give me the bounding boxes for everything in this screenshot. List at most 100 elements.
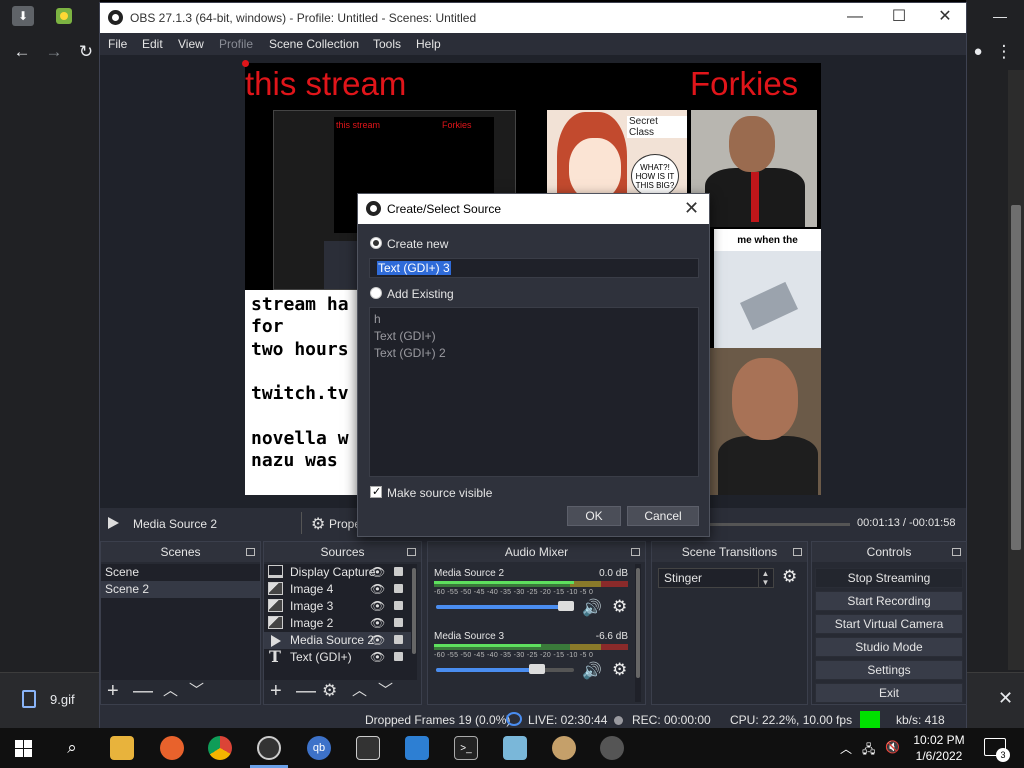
add-icon[interactable]: + — [270, 680, 282, 702]
undock-icon[interactable] — [631, 548, 640, 556]
list-item[interactable]: h — [374, 312, 381, 326]
download-file-name[interactable]: 9.gif — [50, 692, 75, 707]
page-scrollbar-thumb[interactable] — [1011, 205, 1021, 550]
gear-icon[interactable]: ⚙ — [322, 680, 337, 702]
more-menu-icon[interactable]: ⋮ — [992, 40, 1016, 64]
menu-edit[interactable]: Edit — [142, 37, 163, 51]
cancel-button[interactable]: Cancel — [627, 506, 699, 526]
chevron-updown-icon[interactable]: ▲ ▼ — [758, 569, 772, 587]
start-virtual-camera-button[interactable]: Start Virtual Camera — [815, 614, 963, 634]
clock[interactable]: 10:02 PM 1/6/2022 — [906, 732, 972, 764]
menu-tools[interactable]: Tools — [373, 37, 401, 51]
list-item[interactable]: Text (GDI+) — [374, 329, 436, 343]
gear-icon[interactable]: ⚙ — [782, 567, 797, 587]
source-item[interactable]: Media Source 2 👁 — [264, 632, 413, 649]
qbittorrent-icon[interactable]: qb — [307, 736, 331, 760]
undock-icon[interactable] — [793, 548, 802, 556]
add-icon[interactable]: + — [107, 680, 119, 702]
scene-item[interactable]: Scene — [101, 564, 260, 581]
source-item[interactable]: Image 4 👁 — [264, 581, 413, 598]
reload-icon[interactable]: ↻ — [74, 40, 98, 64]
minimize-button[interactable]: — — [840, 7, 870, 27]
chrome-icon[interactable] — [208, 736, 232, 760]
remove-icon[interactable]: — — [296, 680, 316, 702]
paint-icon[interactable] — [552, 736, 576, 760]
ok-button[interactable]: OK — [567, 506, 621, 526]
scene-item[interactable]: Scene 2 — [101, 581, 260, 598]
settings-app-icon[interactable] — [600, 736, 624, 760]
lock-icon[interactable] — [394, 584, 403, 593]
source-item[interactable]: Display Capture 👁 — [264, 564, 413, 581]
list-item[interactable]: Text (GDI+) 2 — [374, 346, 446, 360]
menu-view[interactable]: View — [178, 37, 204, 51]
notes-icon[interactable] — [503, 736, 527, 760]
forward-icon[interactable]: → — [42, 40, 66, 64]
eye-icon[interactable]: 👁 — [370, 564, 385, 581]
volume-knob[interactable] — [558, 601, 574, 611]
back-icon[interactable]: ← — [10, 40, 34, 64]
exit-button[interactable]: Exit — [815, 683, 963, 703]
move-up-icon[interactable]: ︿ — [352, 680, 367, 702]
eye-icon[interactable]: 👁 — [370, 598, 385, 615]
menu-scene-collection[interactable]: Scene Collection — [269, 37, 359, 51]
move-up-icon[interactable]: ︿ — [163, 680, 178, 702]
close-downloads-icon[interactable]: ✕ — [998, 688, 1013, 709]
maximize-button[interactable]: ☐ — [884, 7, 914, 27]
undock-icon[interactable] — [246, 548, 255, 556]
undock-icon[interactable] — [407, 548, 416, 556]
eye-icon[interactable]: 👁 — [370, 581, 385, 598]
start-recording-button[interactable]: Start Recording — [815, 591, 963, 611]
lock-icon[interactable] — [394, 567, 403, 576]
undock-icon[interactable] — [952, 548, 961, 556]
obs-taskbar-icon[interactable] — [257, 736, 281, 760]
eye-icon[interactable]: 👁 — [370, 632, 385, 649]
make-visible-checkbox[interactable] — [370, 485, 382, 498]
menu-file[interactable]: File — [108, 37, 127, 51]
transition-select[interactable]: Stinger — [658, 568, 774, 588]
speaker-icon[interactable]: 🔊 — [582, 661, 602, 681]
firefox-icon[interactable] — [160, 736, 184, 760]
seek-slider[interactable] — [708, 523, 850, 526]
profile-icon[interactable]: ● — [966, 40, 990, 64]
remove-icon[interactable]: — — [133, 680, 153, 702]
source-scrollbar-thumb[interactable] — [412, 568, 416, 654]
gear-icon[interactable]: ⚙ — [612, 660, 627, 680]
media-player-icon[interactable] — [405, 736, 429, 760]
volume-knob[interactable] — [529, 664, 545, 674]
settings-button[interactable]: Settings — [815, 660, 963, 680]
mixer-scrollbar-thumb[interactable] — [636, 568, 640, 678]
eye-icon[interactable]: 👁 — [370, 615, 385, 632]
source-item[interactable]: Image 3 👁 — [264, 598, 413, 615]
eye-icon[interactable]: 👁 — [370, 649, 385, 666]
download-icon[interactable]: ⬇ — [12, 6, 34, 26]
source-item[interactable]: T Text (GDI+) 👁 — [264, 648, 413, 666]
volume-muted-icon[interactable]: 🔇 — [885, 740, 900, 754]
minimize-icon[interactable]: — — [988, 4, 1012, 28]
add-existing-label[interactable]: Add Existing — [387, 287, 454, 301]
source-name-input[interactable]: Text (GDI+) 3 — [369, 258, 699, 278]
lock-icon[interactable] — [394, 618, 403, 627]
stop-streaming-button[interactable]: Stop Streaming — [815, 568, 963, 588]
gear-icon[interactable]: ⚙ — [612, 597, 627, 617]
close-icon[interactable]: ✕ — [684, 198, 699, 219]
terminal-icon[interactable]: >_ — [454, 736, 478, 760]
extension-icon[interactable] — [54, 6, 74, 26]
make-visible-label[interactable]: Make source visible — [387, 486, 492, 500]
network-icon[interactable]: 🖧 — [862, 740, 875, 761]
add-existing-radio[interactable] — [370, 287, 382, 299]
windows-start-icon[interactable] — [15, 740, 32, 757]
search-icon[interactable]: ⌕ — [60, 736, 84, 760]
close-button[interactable]: ✕ — [930, 7, 960, 27]
move-down-icon[interactable]: ﹀ — [189, 680, 204, 702]
lock-icon[interactable] — [394, 601, 403, 610]
speaker-icon[interactable]: 🔊 — [582, 598, 602, 618]
create-new-label[interactable]: Create new — [387, 237, 448, 251]
gear-icon[interactable]: ⚙ — [311, 514, 325, 534]
play-icon[interactable] — [108, 517, 119, 529]
menu-help[interactable]: Help — [416, 37, 441, 51]
lock-icon[interactable] — [394, 652, 403, 661]
photos-icon[interactable] — [356, 736, 380, 760]
selection-handle[interactable] — [242, 60, 249, 67]
source-item[interactable]: Image 2 👁 — [264, 615, 413, 632]
chevron-up-icon[interactable]: ︿ — [840, 740, 852, 757]
